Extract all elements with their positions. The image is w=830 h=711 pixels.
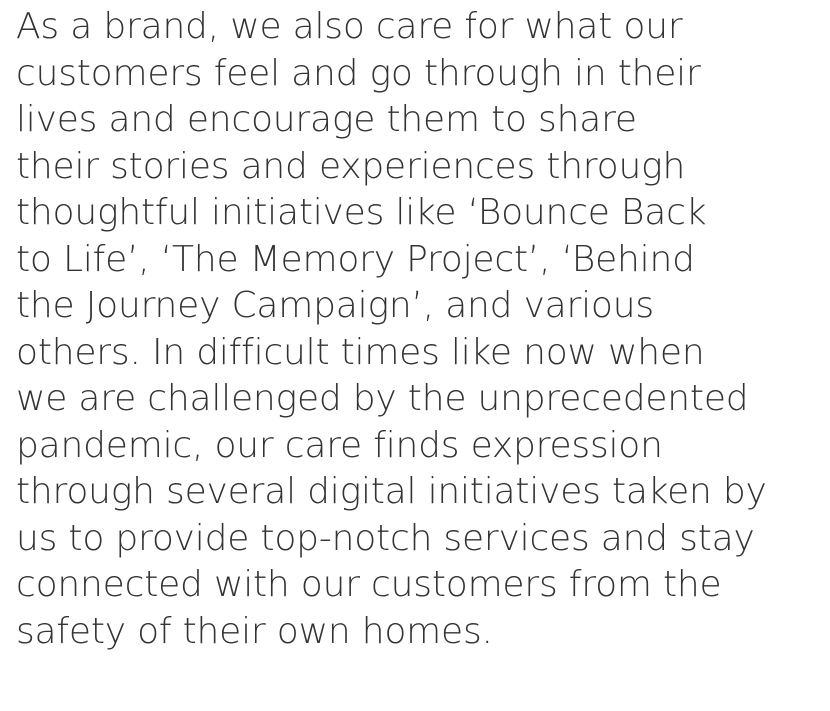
- paragraph-line: customers feel and go through in their: [16, 52, 701, 94]
- paragraph-line: thoughtful initiatives like ‘Bounce Back: [16, 192, 707, 233]
- paragraph-line: others. In difficult times like now when: [16, 331, 705, 373]
- paragraph-line: we are challenged by the unprecedented: [16, 378, 749, 419]
- paragraph-line: us to provide top-notch services and sta…: [16, 517, 755, 559]
- body-paragraph: As a brand, we also care for what our cu…: [16, 4, 826, 655]
- paragraph-line: connected with our customers from the: [16, 564, 722, 605]
- paragraph-line: the Journey Campaign’, and various: [16, 285, 654, 326]
- paragraph-line: to Life’, ‘The Memory Project’, ‘Behind: [16, 238, 695, 280]
- paragraph-line: pandemic, our care finds expression: [16, 424, 663, 466]
- paragraph-line: through several digital initiatives take…: [16, 471, 767, 512]
- paragraph-line: As a brand, we also care for what our: [16, 6, 683, 47]
- paragraph-line: lives and encourage them to share: [16, 99, 637, 140]
- paragraph-line: their stories and experiences through: [16, 145, 686, 187]
- paragraph-line: safety of their own homes.: [16, 610, 493, 652]
